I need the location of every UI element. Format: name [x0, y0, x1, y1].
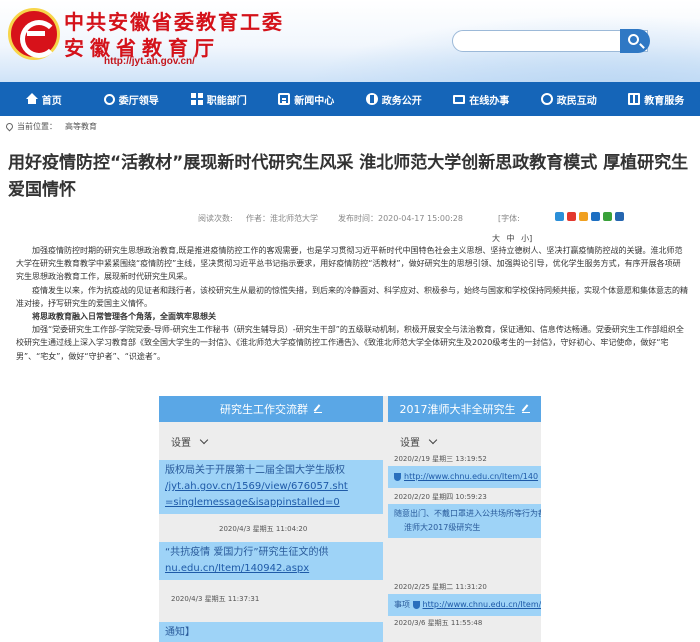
message-text: 随意出门、不戴口罩进入公共场所等行为都要 — [394, 509, 541, 518]
share-tweibo-icon[interactable] — [591, 212, 600, 221]
gov-icon — [365, 93, 378, 105]
nav-item-edu-service[interactable]: 教育服务 — [613, 82, 700, 116]
screen-icon — [453, 94, 466, 104]
news-icon — [278, 93, 291, 105]
article-author: 作者：淮北师范大学 — [246, 214, 318, 223]
edit-icon — [314, 405, 322, 413]
message-link: =singlemessage&isappinstalled=0 — [165, 497, 340, 508]
message-text: 事项 — [394, 600, 410, 609]
nav-item-news[interactable]: 新闻中心 — [263, 82, 351, 116]
article-paragraph: 加强“党委研究生工作部-学院党委-导师-研究生工作秘书（研究生辅导员）-研究生干… — [16, 325, 684, 361]
message-link: http://www.chnu.edu.cn/Item/140 — [404, 472, 539, 481]
nav-item-online-service[interactable]: 在线办事 — [438, 82, 526, 116]
nav-label: 新闻中心 — [294, 95, 335, 107]
font-size-options: 大 中 小] — [492, 233, 536, 244]
publish-time: 发布时间：2020-04-17 15:00:28 — [338, 214, 463, 223]
chat-settings: 设置 — [388, 422, 541, 449]
search-icon — [628, 34, 639, 45]
settings-label: 设置 — [171, 438, 191, 449]
message-timestamp: 2020/4/3 星期五 11:37:31 — [171, 595, 260, 603]
article-paragraph: 疫情发生以来，作为抗疫战的见证者和践行者，该校研究生从最初的惊慌失措，到后来的冷… — [16, 285, 688, 308]
share-qzone-icon[interactable] — [579, 212, 588, 221]
nav-item-departments[interactable]: 职能部门 — [175, 82, 263, 116]
location-pin-icon — [4, 121, 15, 132]
share-renren-icon[interactable] — [615, 212, 624, 221]
book-icon — [628, 93, 641, 105]
breadcrumb: 当前位置： 高等教育 — [4, 121, 97, 132]
chat-screenshot-image: 研究生工作交流群 设置 版权局关于开展第十二届全国大学生版权 /jyt.ah.g… — [159, 396, 541, 642]
settings-label: 设置 — [400, 438, 420, 449]
chat-message: http://www.chnu.edu.cn/Item/140 — [388, 466, 541, 488]
font-size-small[interactable]: 小] — [521, 234, 532, 243]
message-text: 通知】 — [165, 627, 195, 638]
nav-label: 委厅领导 — [118, 95, 159, 107]
font-size-large[interactable]: 大 — [492, 234, 500, 243]
chat-panel-right: 2017淮师大非全研究生 设置 2020/2/19 星期三 13:19:52 h… — [388, 396, 541, 642]
message-text: 淮师大2017级研究生 — [404, 523, 481, 532]
chat-header: 研究生工作交流群 — [159, 396, 383, 422]
font-size-label: [字体: — [498, 214, 520, 223]
edit-icon — [521, 405, 530, 413]
chat-message: “共抗疫情 爱国力行”研究生征文的供 nu.edu.cn/Item/140942… — [159, 542, 383, 580]
share-weibo-icon[interactable] — [567, 212, 576, 221]
nav-label: 政务公开 — [381, 95, 422, 107]
chat-header: 2017淮师大非全研究生 — [388, 396, 541, 422]
share-bar — [555, 212, 624, 221]
nav-item-gov-affairs[interactable]: 政务公开 — [350, 82, 438, 116]
message-link: nu.edu.cn/Item/140942.aspx — [165, 563, 310, 574]
breadcrumb-label: 当前位置： — [17, 122, 57, 131]
message-timestamp: 2020/2/25 星期二 11:31:20 — [394, 583, 487, 591]
chat-message: 随意出门、不戴口罩进入公共场所等行为都要 淮师大2017级研究生 — [388, 504, 541, 538]
font-size-medium[interactable]: 中 — [507, 234, 515, 243]
view-count: 阅读次数: — [198, 214, 233, 223]
article-title: 用好疫情防控“活教材”展现新时代研究生风采 淮北师范大学创新思政教育模式 厚植研… — [8, 153, 689, 200]
chat-group-name: 2017淮师大非全研究生 — [399, 403, 516, 416]
nav-item-interaction[interactable]: 政民互动 — [525, 82, 613, 116]
nav-label: 首页 — [41, 95, 62, 107]
nav-label: 教育服务 — [644, 95, 685, 107]
chat-panel-left: 研究生工作交流群 设置 版权局关于开展第十二届全国大学生版权 /jyt.ah.g… — [159, 396, 383, 642]
site-url: http://jyt.ah.gov.cn/ — [104, 56, 195, 67]
site-title-line1: 中共安徽省委教育工委 — [64, 10, 284, 34]
nav-label: 职能部门 — [206, 95, 247, 107]
article-paragraph: 加强疫情防控时期的研究生思想政治教育,既是推进疫情防控工作的客观需要，也是学习贯… — [16, 246, 683, 282]
grid-icon — [190, 93, 203, 105]
nav-label: 政民互动 — [556, 95, 597, 107]
nav-item-leaders[interactable]: 委厅领导 — [88, 82, 176, 116]
message-timestamp: 2020/2/19 星期三 13:19:52 — [394, 455, 487, 463]
nav-item-home[interactable]: 首页 — [0, 82, 88, 116]
site-header: 中共安徽省委教育工委 安徽省教育厅 http://jyt.ah.gov.cn/ — [0, 0, 700, 82]
chat-icon — [540, 93, 553, 105]
message-link: /jyt.ah.gov.cn/1569/view/676057.sht — [165, 481, 348, 492]
chat-group-name: 研究生工作交流群 — [220, 403, 308, 416]
home-icon — [25, 93, 38, 104]
search-input[interactable] — [452, 30, 648, 52]
chat-message: 事项 http://www.chnu.edu.cn/Item/140209. — [388, 594, 541, 616]
message-timestamp: 2020/2/20 星期四 10:59:23 — [394, 493, 487, 501]
message-timestamp: 2020/3/6 星期五 11:55:48 — [394, 619, 483, 627]
article-body: 加强疫情防控时期的研究生思想政治教育,既是推进疫情防控工作的客观需要，也是学习贯… — [16, 244, 688, 363]
message-timestamp: 2020/4/3 星期五 11:04:20 — [219, 525, 308, 533]
share-icon[interactable] — [555, 212, 564, 221]
site-logo-icon[interactable] — [8, 8, 60, 60]
shield-icon — [394, 472, 401, 481]
chevron-down-icon — [428, 435, 438, 445]
chat-settings: 设置 — [159, 422, 383, 449]
main-nav: 首页 委厅领导 职能部门 新闻中心 政务公开 在线办事 政民互动 教育服务 — [0, 82, 700, 116]
message-text: “共抗疫情 爱国力行”研究生征文的供 — [165, 547, 329, 558]
nav-label: 在线办事 — [469, 95, 510, 107]
chat-message: 通知】 — [159, 622, 383, 642]
chat-message: 版权局关于开展第十二届全国大学生版权 /jyt.ah.gov.cn/1569/v… — [159, 460, 383, 514]
message-link: http://www.chnu.edu.cn/Item/140209. — [422, 600, 541, 609]
share-wechat-icon[interactable] — [603, 212, 612, 221]
article-subheading: 将思政教育融入日常管理各个角落，全面筑牢思想关 — [32, 312, 216, 322]
user-icon — [103, 93, 115, 105]
breadcrumb-item[interactable]: 高等教育 — [65, 121, 97, 132]
shield-icon — [412, 600, 420, 609]
chevron-down-icon — [199, 435, 209, 445]
message-text: 版权局关于开展第十二届全国大学生版权 — [165, 465, 345, 476]
search-button[interactable] — [620, 29, 650, 53]
